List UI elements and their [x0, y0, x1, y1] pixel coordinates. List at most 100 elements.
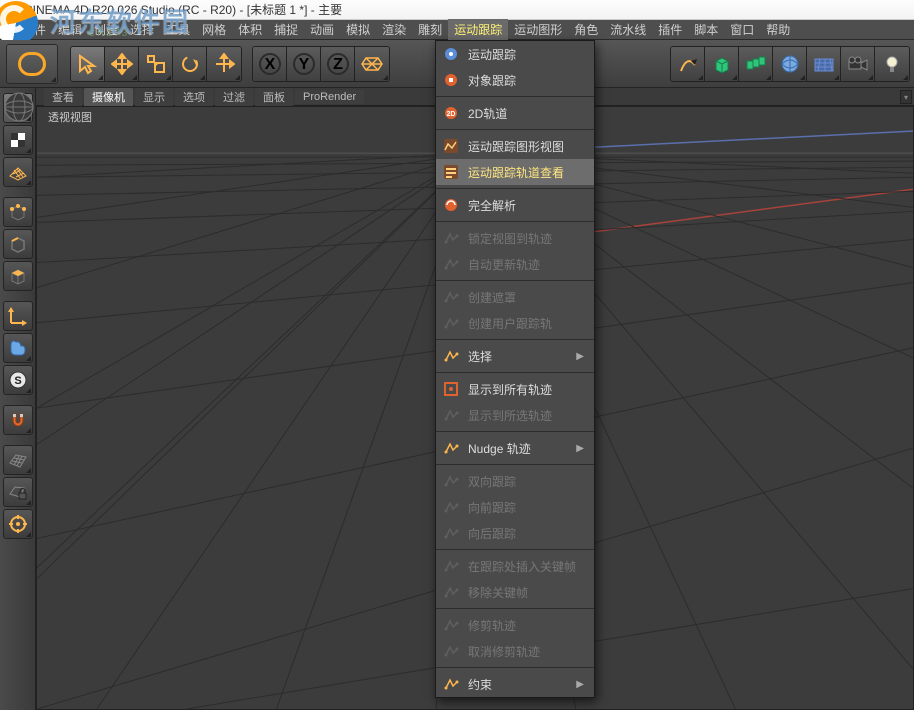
menu-工具[interactable]: 工具 [160, 19, 196, 40]
object-track-icon [442, 71, 460, 89]
subdivision-button[interactable] [773, 47, 807, 81]
texture-mode-button[interactable] [3, 125, 33, 155]
track-viewer-icon [442, 163, 460, 181]
menu-divider [436, 372, 594, 373]
polygon-mode-button[interactable] [3, 261, 33, 291]
create-tools-group [670, 46, 910, 82]
undo-redo-button[interactable] [6, 44, 58, 84]
axis-x-button[interactable]: X [253, 47, 287, 81]
menu-divider [436, 431, 594, 432]
select-icon [442, 347, 460, 365]
svg-text:2D: 2D [447, 111, 456, 118]
menu-item-show-all[interactable]: 显示到所有轨迹 [436, 376, 594, 402]
back-track-icon [442, 524, 460, 542]
menu-item-full-solve[interactable]: 完全解析 [436, 192, 594, 218]
menu-文件[interactable]: 文件 [16, 19, 52, 40]
menu-动画[interactable]: 动画 [304, 19, 340, 40]
viewport-globe-icon[interactable] [2, 90, 36, 124]
scale-tool-button[interactable] [139, 47, 173, 81]
menu-item-nudge[interactable]: Nudge 轨迹▶ [436, 435, 594, 461]
rotate-tool-button[interactable] [173, 47, 207, 81]
point-mode-button[interactable] [3, 197, 33, 227]
viewport-tab-显示[interactable]: 显示 [135, 88, 173, 106]
viewport-options-icon[interactable]: ▾ [900, 90, 912, 104]
window-title: CINEMA 4D R20.026 Studio (RC - R20) - [未… [24, 1, 342, 18]
menu-模拟[interactable]: 模拟 [340, 19, 376, 40]
menu-divider [436, 221, 594, 222]
menu-item-object-track[interactable]: 对象跟踪 [436, 67, 594, 93]
menu-item-constraints[interactable]: 约束▶ [436, 671, 594, 697]
menu-运动图形[interactable]: 运动图形 [508, 19, 568, 40]
menu-divider [436, 549, 594, 550]
menu-item-fwd-track: 向前跟踪 [436, 494, 594, 520]
menu-item-select[interactable]: 选择▶ [436, 343, 594, 369]
menu-编辑[interactable]: 编辑 [52, 19, 88, 40]
primitive-cube-button[interactable] [705, 47, 739, 81]
menu-流水线[interactable]: 流水线 [604, 19, 652, 40]
menu-divider [436, 96, 594, 97]
menu-雕刻[interactable]: 雕刻 [412, 19, 448, 40]
menu-item-back-track: 向后跟踪 [436, 520, 594, 546]
insert-key-icon [442, 557, 460, 575]
axis-group: X Y Z [252, 46, 390, 82]
menu-item-track-2d[interactable]: 2D2D轨道 [436, 100, 594, 126]
menu-item-show-sel: 显示到所选轨迹 [436, 402, 594, 428]
camera-button[interactable] [841, 47, 875, 81]
magnet-button[interactable] [3, 405, 33, 435]
last-tool-button[interactable] [207, 47, 241, 81]
menu-体积[interactable]: 体积 [232, 19, 268, 40]
menu-角色[interactable]: 角色 [568, 19, 604, 40]
bi-track-icon [442, 472, 460, 490]
mode-toolbar: S [0, 88, 36, 710]
light-button[interactable] [875, 47, 909, 81]
svg-text:S: S [14, 375, 21, 387]
submenu-arrow-icon: ▶ [576, 351, 584, 362]
array-button[interactable] [739, 47, 773, 81]
viewport-tab-查看[interactable]: 查看 [44, 88, 82, 106]
tweak-mode-button[interactable] [3, 333, 33, 363]
menu-divider [436, 280, 594, 281]
menu-item-create-user-track: 创建用户跟踪轨 [436, 310, 594, 336]
menu-帮助[interactable]: 帮助 [760, 19, 796, 40]
menu-网格[interactable]: 网格 [196, 19, 232, 40]
menu-item-motion-track[interactable]: 运动跟踪 [436, 41, 594, 67]
trim-icon [442, 616, 460, 634]
workplane-mode-button[interactable] [3, 157, 33, 187]
menu-插件[interactable]: 插件 [652, 19, 688, 40]
fwd-track-icon [442, 498, 460, 516]
coord-system-button[interactable] [355, 47, 389, 81]
viewport-tab-选项[interactable]: 选项 [175, 88, 213, 106]
menu-divider [436, 188, 594, 189]
menu-创建[interactable]: 创建 [88, 19, 124, 40]
app-icon [4, 3, 18, 17]
menu-运动跟踪[interactable]: 运动跟踪 [448, 19, 508, 40]
menu-捕捉[interactable]: 捕捉 [268, 19, 304, 40]
viewport-tab-过滤[interactable]: 过滤 [215, 88, 253, 106]
live-select-button[interactable] [71, 47, 105, 81]
workplane-button[interactable] [3, 445, 33, 475]
snap-enable-button[interactable]: S [3, 365, 33, 395]
axis-z-button[interactable]: Z [321, 47, 355, 81]
axis-y-button[interactable]: Y [287, 47, 321, 81]
menu-item-graph-view[interactable]: 运动跟踪图形视图 [436, 133, 594, 159]
locator-button[interactable] [3, 509, 33, 539]
viewport-tab-摄像机[interactable]: 摄像机 [84, 88, 133, 106]
viewport-tab-ProRender[interactable]: ProRender [295, 90, 364, 104]
axis-tool-button[interactable] [3, 301, 33, 331]
menu-选择[interactable]: 选择 [124, 19, 160, 40]
floor-button[interactable] [807, 47, 841, 81]
menu-渲染[interactable]: 渲染 [376, 19, 412, 40]
spline-pen-button[interactable] [671, 47, 705, 81]
menu-item-remove-key: 移除关键帧 [436, 579, 594, 605]
viewport-tab-面板[interactable]: 面板 [255, 88, 293, 106]
move-tool-button[interactable] [105, 47, 139, 81]
menu-脚本[interactable]: 脚本 [688, 19, 724, 40]
menu-窗口[interactable]: 窗口 [724, 19, 760, 40]
auto-update-icon [442, 255, 460, 273]
show-all-icon [442, 380, 460, 398]
motion-track-icon [442, 45, 460, 63]
menu-divider [436, 608, 594, 609]
edge-mode-button[interactable] [3, 229, 33, 259]
menu-item-track-viewer[interactable]: 运动跟踪轨道查看 [436, 159, 594, 185]
lock-workplane-button[interactable] [3, 477, 33, 507]
